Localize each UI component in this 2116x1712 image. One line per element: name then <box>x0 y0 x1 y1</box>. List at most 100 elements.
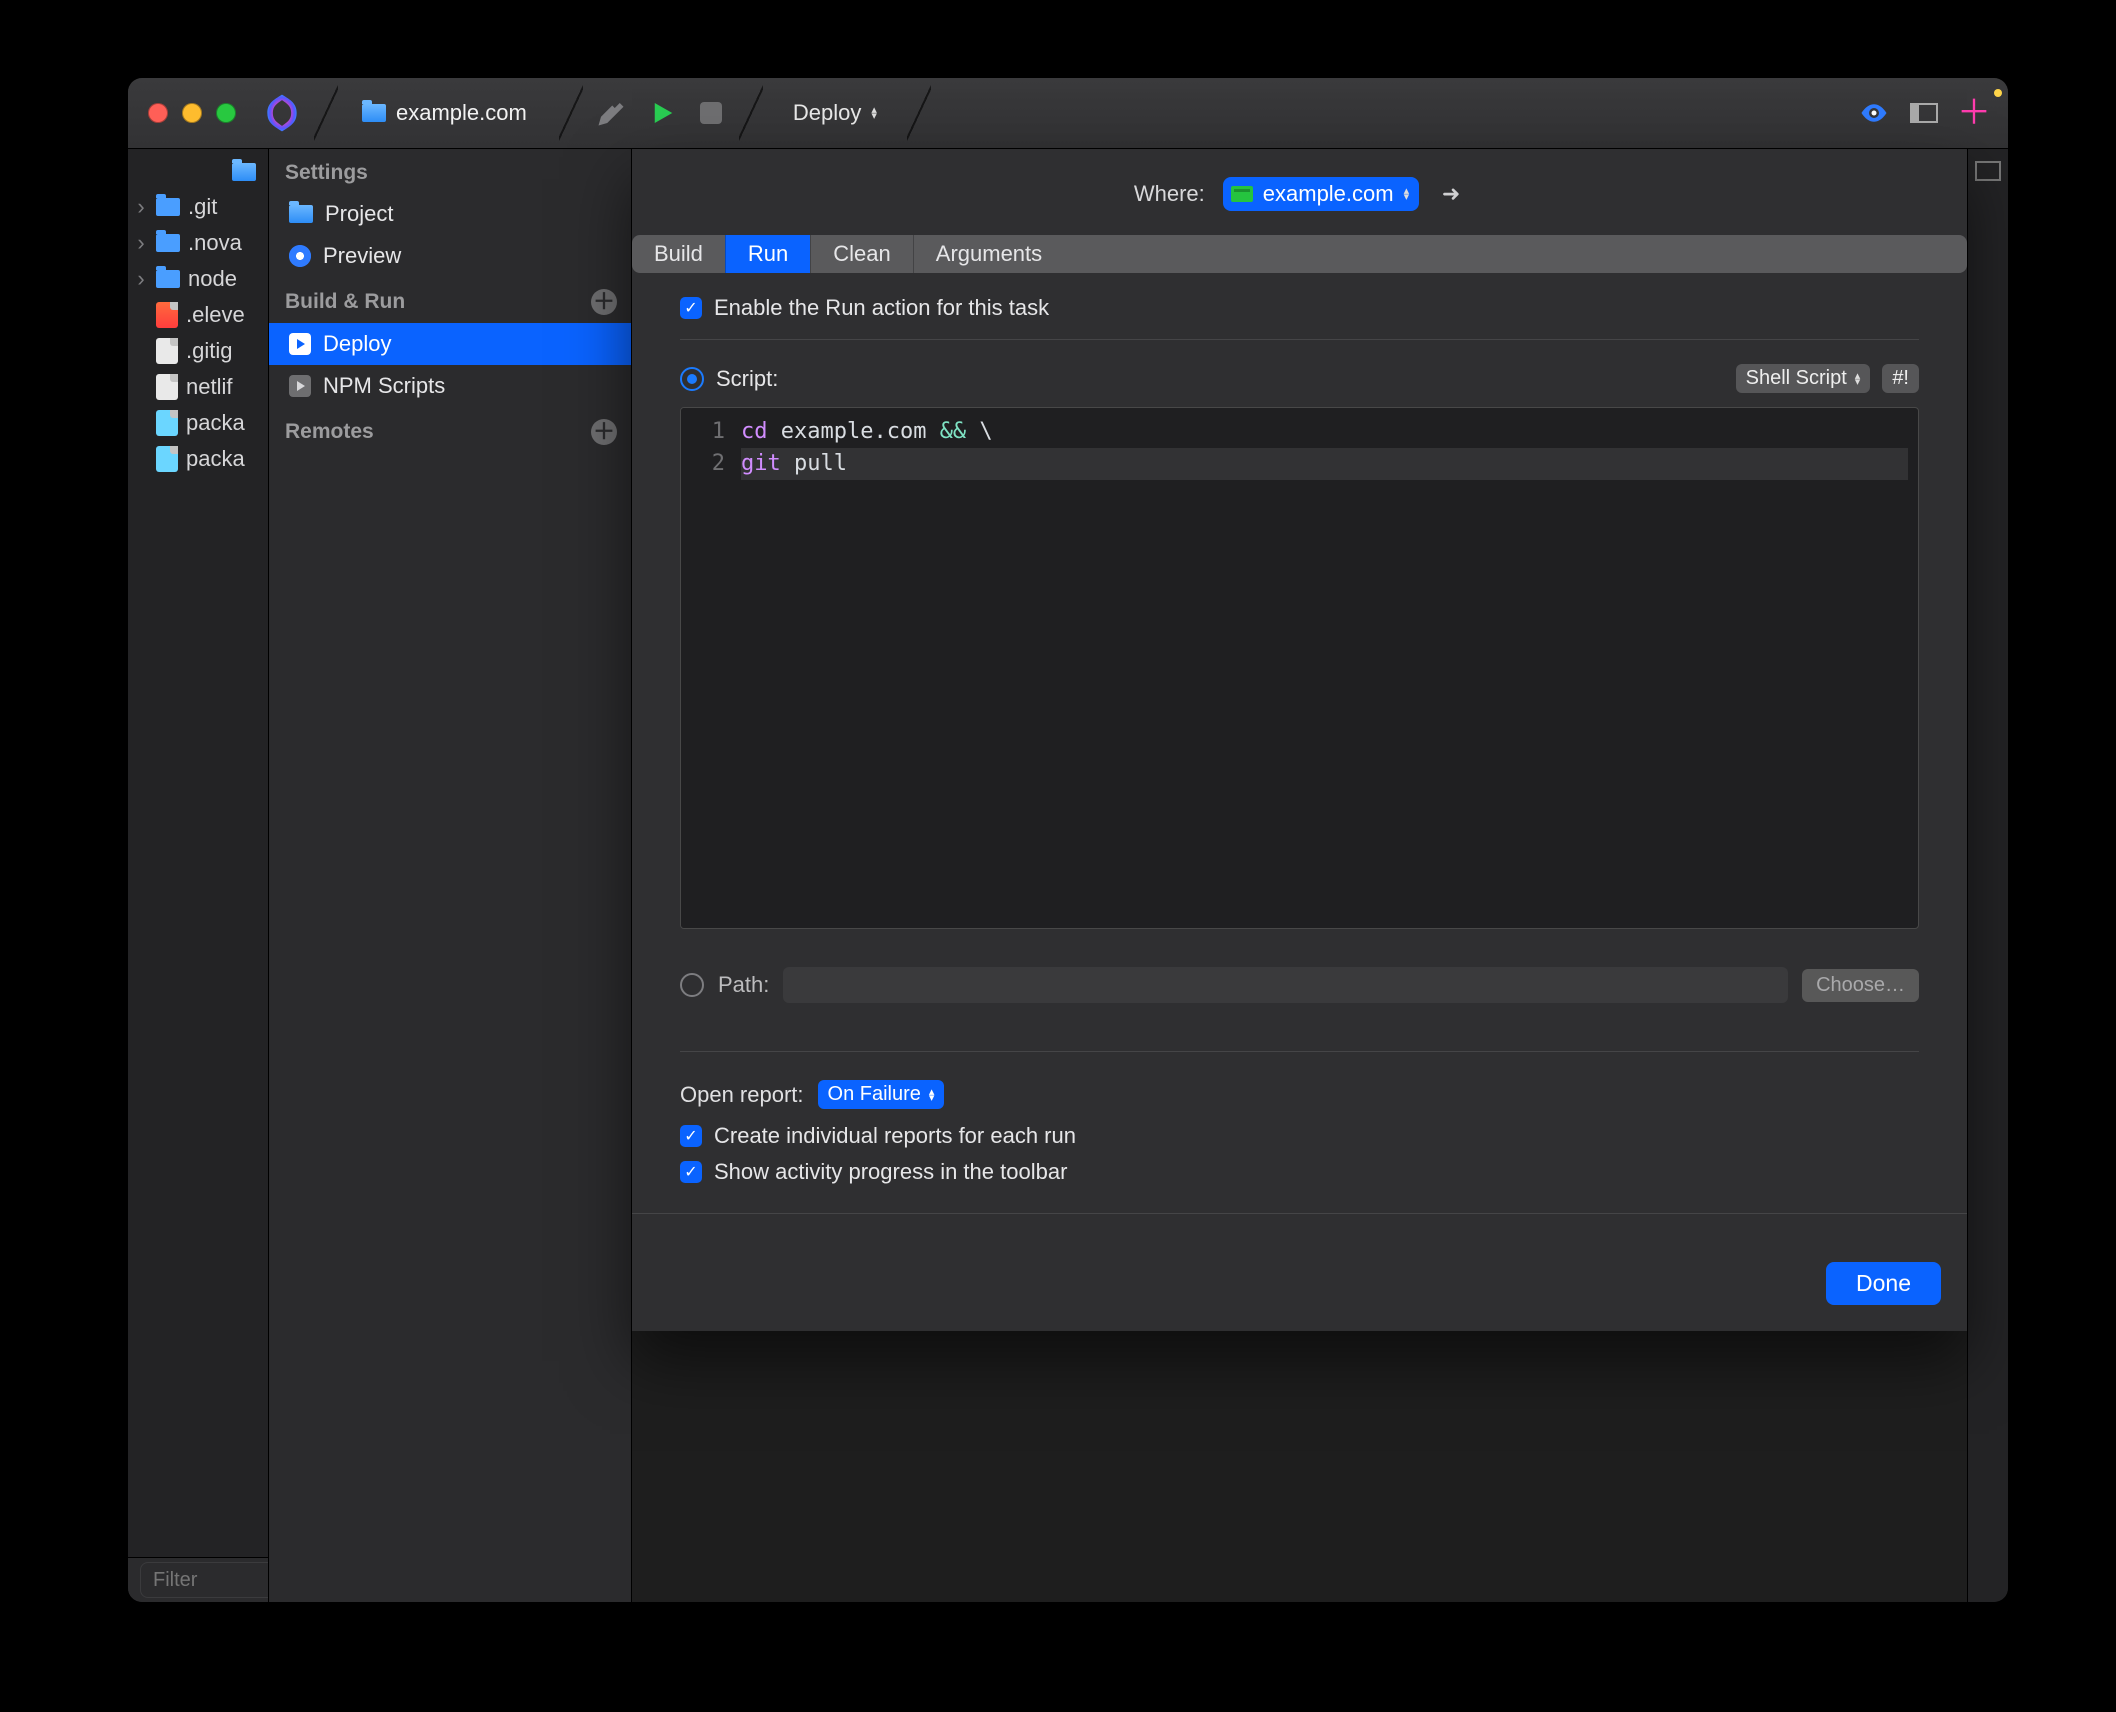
file-row[interactable]: › .git <box>128 189 268 225</box>
build-button[interactable] <box>589 91 633 135</box>
sidebar-item-deploy[interactable]: Deploy <box>269 323 631 365</box>
run-config-selector[interactable]: Deploy ▴▾ <box>769 78 901 148</box>
minimize-window-button[interactable] <box>182 103 202 123</box>
script-lang-select[interactable]: Shell Script ▴▾ <box>1736 364 1871 393</box>
window-controls <box>148 103 236 123</box>
file-name: .git <box>188 194 217 220</box>
section-settings: Settings <box>269 149 631 193</box>
enable-run-label: Enable the Run action for this task <box>714 295 1049 321</box>
run-button[interactable] <box>639 91 683 135</box>
close-window-button[interactable] <box>148 103 168 123</box>
where-value: example.com <box>1263 181 1394 207</box>
server-icon <box>1231 186 1253 202</box>
section-remotes: Remotes ＋ <box>269 407 631 453</box>
editor-gutter: 12 <box>681 408 733 928</box>
where-label: Where: <box>1134 181 1205 207</box>
file-name: netlif <box>186 374 232 400</box>
sidebar-item-label: Deploy <box>323 331 391 357</box>
toolbar-progress-checkbox[interactable]: ✓ <box>680 1161 702 1183</box>
sparkle-icon <box>1994 89 2002 97</box>
done-button[interactable]: Done <box>1826 1262 1941 1305</box>
new-button[interactable]: ＋ <box>1952 91 1996 135</box>
stop-button[interactable] <box>689 91 733 135</box>
open-report-select[interactable]: On Failure ▴▾ <box>818 1080 945 1109</box>
filter-bar <box>128 1557 269 1602</box>
file-icon <box>156 446 178 472</box>
task-editor: Where: example.com ▴▾ ➜ BuildRunCleanArg… <box>632 149 1967 1602</box>
open-report-label: Open report: <box>680 1082 804 1108</box>
toolbar-progress-label: Show activity progress in the toolbar <box>714 1159 1067 1185</box>
chevron-updown-icon: ▴▾ <box>1855 372 1861 386</box>
toolbar-progress-row: ✓ Show activity progress in the toolbar <box>680 1159 1919 1185</box>
file-row[interactable]: packa <box>128 405 268 441</box>
shebang-button[interactable]: #! <box>1882 364 1919 393</box>
project-chip[interactable]: example.com <box>344 78 553 148</box>
preview-button[interactable] <box>1852 91 1896 135</box>
editor-code[interactable]: cd example.com && \git pull <box>733 408 1918 928</box>
mode-path-label: Path: <box>718 972 769 998</box>
enable-run-checkbox[interactable]: ✓ <box>680 297 702 319</box>
run-config-label: Deploy <box>793 100 861 126</box>
individual-reports-label: Create individual reports for each run <box>714 1123 1076 1149</box>
titlebar: example.com Deploy ▴▾ <box>128 78 2008 149</box>
folder-icon <box>289 205 313 223</box>
disclosure-icon: › <box>134 230 148 256</box>
section-build-run: Build & Run ＋ <box>269 277 631 323</box>
tab-run[interactable]: Run <box>725 235 810 273</box>
file-row[interactable]: netlif <box>128 369 268 405</box>
path-field[interactable] <box>783 967 1788 1003</box>
file-row[interactable]: packa <box>128 441 268 477</box>
window-body: › .git ›.nova›node.eleve.gitig netlif packa p… <box>128 149 2008 1602</box>
tab-clean[interactable]: Clean <box>810 235 912 273</box>
sidebar-item-label: Project <box>325 201 393 227</box>
file-icon <box>156 338 178 364</box>
divider <box>680 339 1919 340</box>
add-task-button[interactable]: ＋ <box>591 289 617 315</box>
add-remote-button[interactable]: ＋ <box>591 419 617 445</box>
file-row[interactable]: ›node <box>128 261 268 297</box>
folder-icon <box>156 198 180 216</box>
task-icon <box>289 333 311 355</box>
folder-icon <box>156 234 180 252</box>
panel-toggle-button[interactable] <box>1902 91 1946 135</box>
sidebar-item-preview[interactable]: Preview <box>269 235 631 277</box>
panel-icon <box>1910 103 1938 123</box>
file-row[interactable]: .eleve <box>128 297 268 333</box>
sidebar-item-label: NPM Scripts <box>323 373 445 399</box>
sidebar-item-npm-scripts[interactable]: NPM Scripts <box>269 365 631 407</box>
file-name: packa <box>186 446 245 472</box>
file-icon <box>156 410 178 436</box>
task-icon <box>289 375 311 397</box>
sidebar-item-project[interactable]: Project <box>269 193 631 235</box>
inspector-toggle-icon[interactable] <box>1975 161 2001 181</box>
settings-sidebar: Settings Project Preview Build & Run ＋ D… <box>269 149 632 1602</box>
file-icon <box>156 302 178 328</box>
mode-script-label: Script: <box>716 366 778 392</box>
individual-reports-row: ✓ Create individual reports for each run <box>680 1123 1919 1149</box>
where-row: Where: example.com ▴▾ ➜ <box>632 149 1967 229</box>
where-select[interactable]: example.com ▴▾ <box>1223 177 1419 211</box>
folder-icon <box>362 104 386 122</box>
divider <box>632 1213 1967 1214</box>
folder-icon <box>156 270 180 288</box>
individual-reports-checkbox[interactable]: ✓ <box>680 1125 702 1147</box>
zoom-window-button[interactable] <box>216 103 236 123</box>
chevron-updown-icon: ▴▾ <box>871 106 877 120</box>
files-sidebar: › .git ›.nova›node.eleve.gitig netlif packa p… <box>128 149 269 1602</box>
action-tabs: BuildRunCleanArguments <box>632 235 1967 273</box>
divider <box>680 1051 1919 1052</box>
file-row[interactable]: ›.nova <box>128 225 268 261</box>
editor-backdrop <box>632 1331 1967 1602</box>
folder-icon[interactable] <box>232 163 256 181</box>
go-to-remote-button[interactable]: ➜ <box>1437 180 1465 208</box>
disclosure-icon: › <box>134 194 148 220</box>
tab-build[interactable]: Build <box>632 235 725 273</box>
choose-path-button[interactable]: Choose… <box>1802 969 1919 1002</box>
tab-arguments[interactable]: Arguments <box>913 235 1064 273</box>
file-row[interactable]: .gitig <box>128 333 268 369</box>
open-report-row: Open report: On Failure ▴▾ <box>680 1080 1919 1109</box>
mode-script-radio[interactable] <box>680 367 704 391</box>
mode-path-radio[interactable] <box>680 973 704 997</box>
filter-input[interactable] <box>151 1568 269 1593</box>
script-editor[interactable]: 12 cd example.com && \git pull <box>680 407 1919 929</box>
